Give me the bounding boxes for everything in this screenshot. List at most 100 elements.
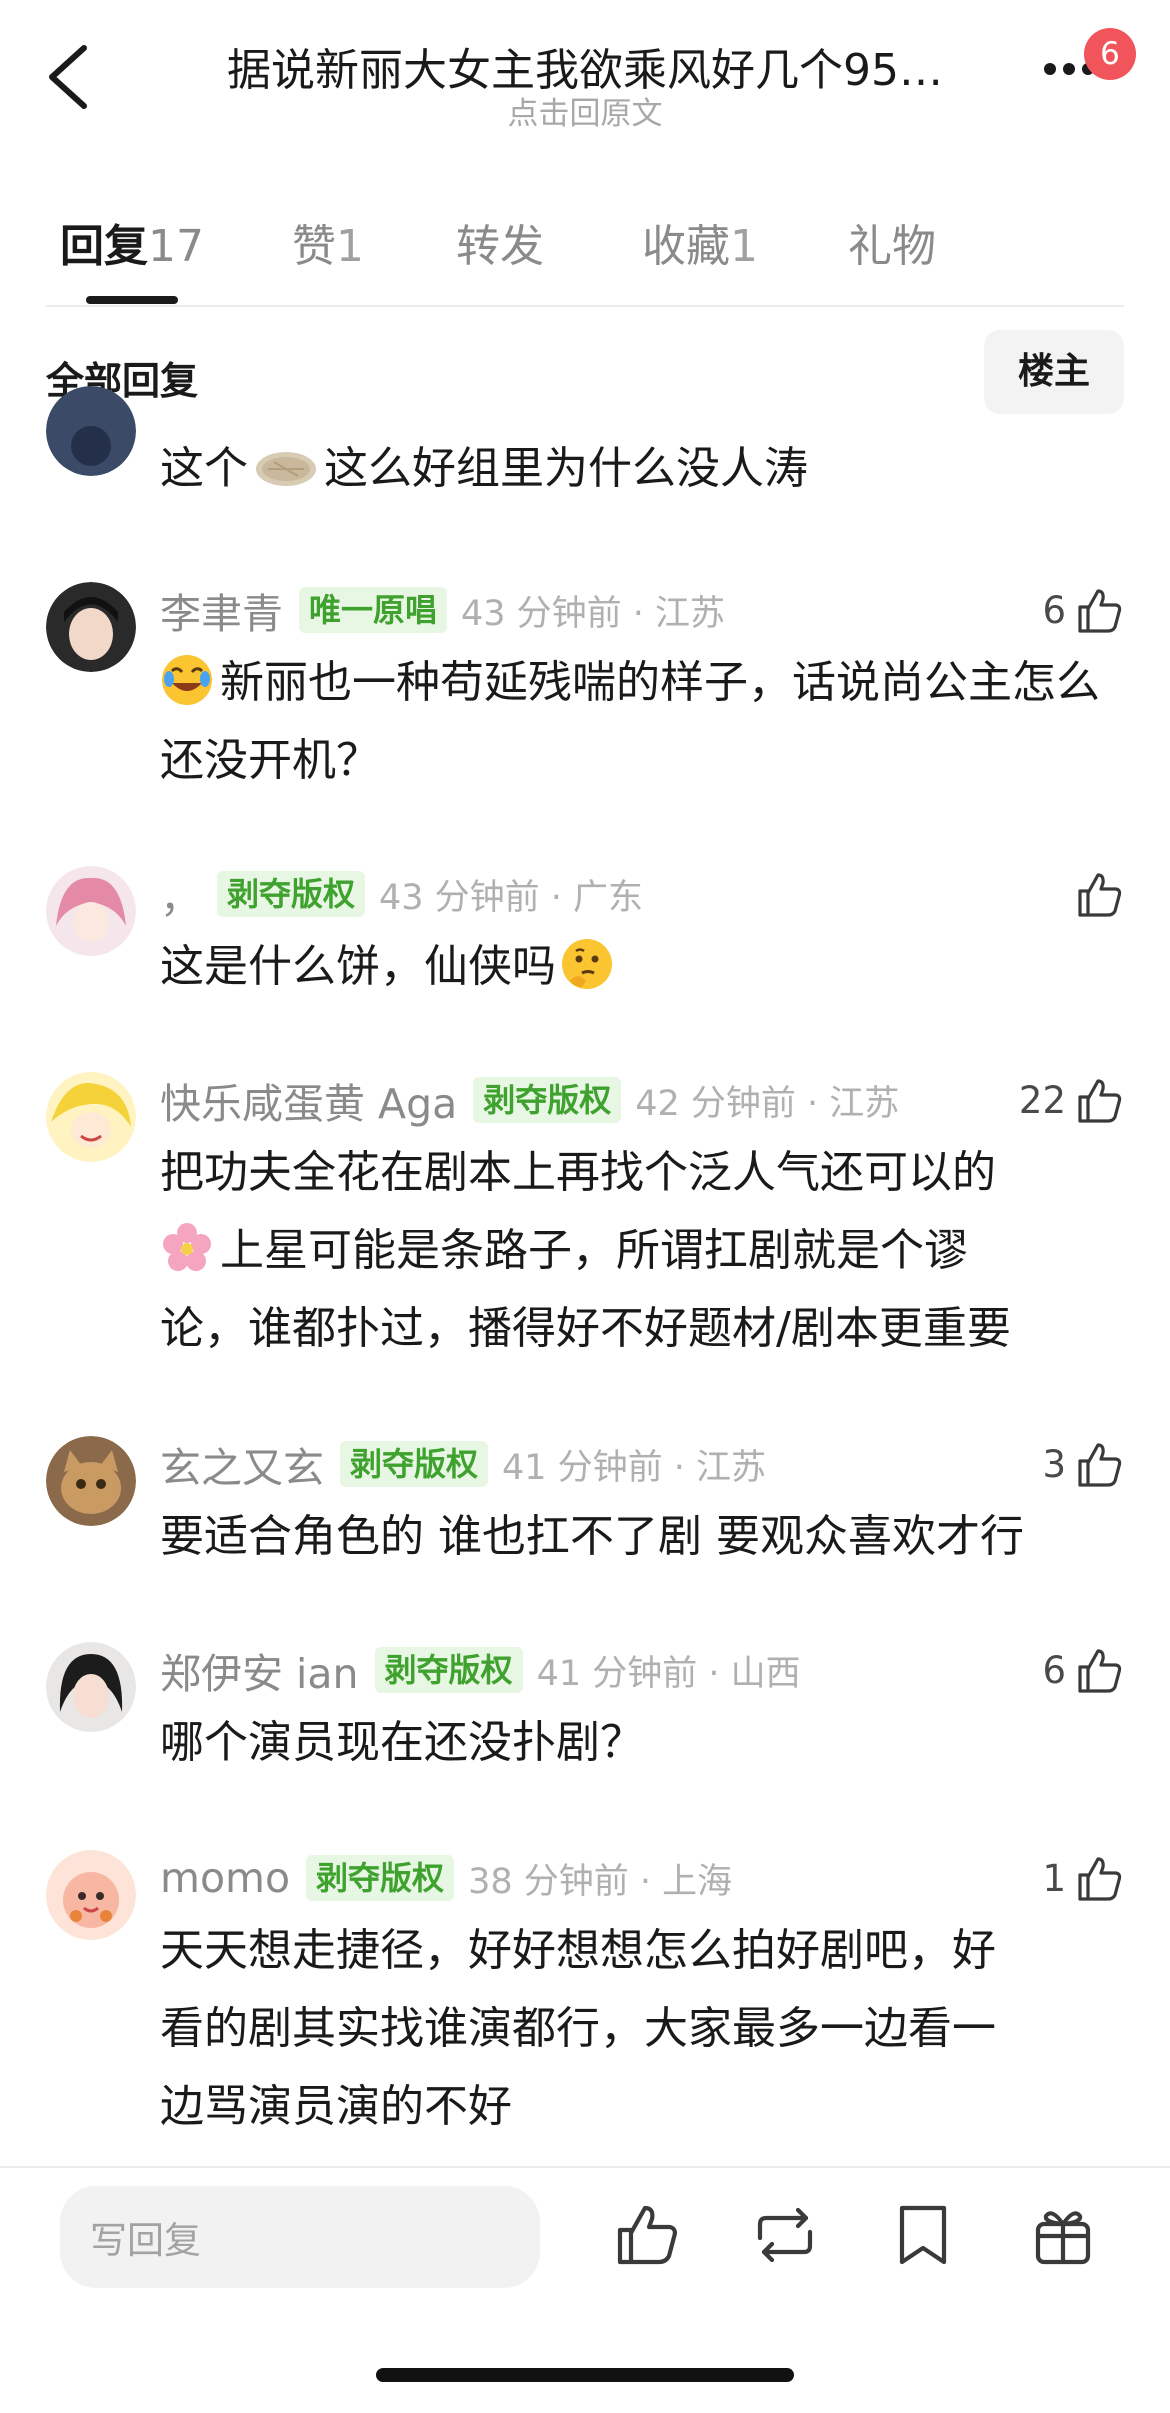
like-button[interactable]: 1 <box>1042 1850 1124 1906</box>
tab-favorites-label: 收藏 <box>642 221 730 272</box>
like-icon <box>617 2205 677 2265</box>
comment-item: ， 剥夺版权 43 分钟前 · 广东 这是什么饼，仙侠吗 <box>0 866 1170 996</box>
avatar-image <box>46 866 136 956</box>
user-tag-badge: 剥夺版权 <box>217 871 366 917</box>
like-button[interactable]: 6 <box>1042 1642 1124 1698</box>
comment-text-content: 上星可能是条路子，所谓扛剧就是个谬 <box>220 1225 968 1276</box>
thumbs-up-icon <box>1078 1857 1122 1901</box>
more-dots-icon <box>1044 63 1056 75</box>
like-count: 3 <box>1042 1442 1066 1486</box>
tab-reposts[interactable]: 转发 <box>456 210 544 274</box>
comment-item: momo 剥夺版权 38 分钟前 · 上海 1 天天想走捷径，好好想想怎么拍好剧… <box>0 1850 1170 2140</box>
avatar-image <box>46 1072 136 1162</box>
like-count: 1 <box>1042 1856 1066 1900</box>
comment-meta: ， 剥夺版权 43 分钟前 · 广东 <box>160 866 643 922</box>
comment-text-line: 把功夫全花在剧本上再找个泛人气还可以的 <box>160 1147 996 1198</box>
bookmark-icon <box>899 2205 947 2265</box>
avatar[interactable] <box>46 1072 136 1162</box>
tab-reposts-label: 转发 <box>456 221 544 272</box>
like-count: 6 <box>1042 588 1066 632</box>
username[interactable]: ， <box>160 864 201 924</box>
more-dots-icon-dot <box>1063 63 1075 75</box>
tab-gifts[interactable]: 礼物 <box>848 210 936 274</box>
username[interactable]: 快乐咸蛋黄 Aga <box>160 1070 457 1130</box>
timestamp-location: 41 分钟前 · 江苏 <box>502 1447 767 1488</box>
avatar[interactable] <box>46 386 136 476</box>
like-button[interactable] <box>1074 866 1124 922</box>
gift-action-button[interactable] <box>1028 2200 1098 2270</box>
username[interactable]: 郑伊安 ian <box>160 1640 359 1700</box>
comment-meta: 玄之又玄 剥夺版权 41 分钟前 · 江苏 <box>160 1436 766 1492</box>
comment-text-content: 这是什么饼，仙侠吗 <box>160 941 556 992</box>
comment-text-line: 论，谁都扑过，播得好不好题材/剧本更重要 <box>160 1303 1011 1354</box>
bookmark-action-button[interactable] <box>888 2200 958 2270</box>
comment-text: 哪个演员现在还没扑剧？ <box>160 1717 644 1768</box>
tab-likes[interactable]: 赞1 <box>292 210 364 274</box>
tab-likes-label: 赞 <box>292 221 336 272</box>
notification-badge: 6 <box>1084 28 1136 80</box>
comment-text-line: 天天想走捷径，好好想想怎么拍好剧吧，好 <box>160 1925 996 1976</box>
comment-text: 这是什么饼，仙侠吗 <box>160 928 1120 1006</box>
cherry-blossom-emoji-icon <box>163 1223 211 1271</box>
avatar-image <box>46 386 136 476</box>
comment-item: 这个 这么好组里为什么没人涛 <box>0 386 1170 500</box>
comment-text-content: 新丽也一种苟延残喘的样子，话说尚公主怎么还没开机？ <box>160 657 1100 786</box>
like-button[interactable]: 22 <box>1019 1072 1124 1128</box>
comment-meta: momo 剥夺版权 38 分钟前 · 上海 <box>160 1850 732 1906</box>
tab-replies-count: 17 <box>148 221 204 272</box>
username[interactable]: 李聿青 <box>160 580 283 640</box>
comment-text: 天天想走捷径，好好想想怎么拍好剧吧，好 看的剧其实找谁演都行，大家最多一边看一 … <box>160 1912 1120 2146</box>
user-tag-badge: 剥夺版权 <box>306 1855 455 1901</box>
pancake-emoji-icon <box>256 452 316 486</box>
repost-action-button[interactable] <box>750 2200 820 2270</box>
comment-text: 要适合角色的 谁也扛不了剧 要观众喜欢才行 <box>160 1511 1024 1562</box>
comment-text: 把功夫全花在剧本上再找个泛人气还可以的 上星可能是条路子，所谓扛剧就是个谬 论，… <box>160 1134 1120 1368</box>
timestamp-location: 43 分钟前 · 江苏 <box>461 593 726 634</box>
user-tag-badge: 唯一原唱 <box>299 587 448 633</box>
repost-icon <box>757 2207 813 2263</box>
comment-text-line: 边骂演员演的不好 <box>160 2081 512 2132</box>
joy-emoji-icon <box>162 655 212 705</box>
tab-gifts-label: 礼物 <box>848 221 936 272</box>
tab-replies-label: 回复 <box>60 221 148 272</box>
home-indicator[interactable] <box>376 2368 794 2382</box>
reply-placeholder: 写回复 <box>90 2219 201 2262</box>
username[interactable]: momo <box>160 1854 290 1902</box>
user-tag-badge: 剥夺版权 <box>340 1441 489 1487</box>
back-to-original-link[interactable]: 点击回原文 <box>0 88 1170 133</box>
active-tab-indicator <box>86 296 178 304</box>
comment-item: 玄之又玄 剥夺版权 41 分钟前 · 江苏 3 要适合角色的 谁也扛不了剧 要观… <box>0 1436 1170 1566</box>
like-action-button[interactable] <box>612 2200 682 2270</box>
avatar-image <box>46 1850 136 1940</box>
comment-text-line: 上星可能是条路子，所谓扛剧就是个谬 <box>160 1212 1120 1290</box>
thumbs-up-icon <box>1078 873 1122 917</box>
divider <box>0 2166 1170 2168</box>
like-button[interactable]: 6 <box>1042 582 1124 638</box>
comment-meta: 快乐咸蛋黄 Aga 剥夺版权 42 分钟前 · 江苏 <box>160 1072 899 1128</box>
comment-text-line: 看的剧其实找谁演都行，大家最多一边看一 <box>160 2003 996 2054</box>
tab-favorites[interactable]: 收藏1 <box>642 210 758 274</box>
reply-input[interactable]: 写回复 <box>60 2186 540 2288</box>
like-count: 6 <box>1042 1648 1066 1692</box>
avatar-image <box>46 582 136 672</box>
like-count: 22 <box>1018 1078 1066 1122</box>
comment-item: 李聿青 唯一原唱 43 分钟前 · 江苏 6 新丽也一种苟延残喘的样子，话说尚公… <box>0 580 1170 786</box>
timestamp-location: 43 分钟前 · 广东 <box>379 877 644 918</box>
tab-replies[interactable]: 回复17 <box>60 210 204 274</box>
timestamp-location: 38 分钟前 · 上海 <box>468 1861 733 1902</box>
like-button[interactable]: 3 <box>1042 1436 1124 1492</box>
tab-bar: 回复17 赞1 转发 收藏1 礼物 <box>0 200 1170 308</box>
tab-favorites-count: 1 <box>730 221 758 272</box>
avatar[interactable] <box>46 1850 136 1940</box>
thumbs-up-icon <box>1078 1649 1122 1693</box>
comment-text: 这个 这么好组里为什么没人涛 <box>160 430 1120 508</box>
thinking-emoji-icon <box>562 939 612 989</box>
avatar[interactable] <box>46 1436 136 1526</box>
username[interactable]: 玄之又玄 <box>160 1434 324 1494</box>
avatar-image <box>46 1642 136 1732</box>
avatar[interactable] <box>46 582 136 672</box>
avatar[interactable] <box>46 866 136 956</box>
owner-only-filter-button[interactable]: 楼主 <box>984 330 1124 414</box>
comment-text-part: 这么好组里为什么没人涛 <box>324 443 808 494</box>
avatar[interactable] <box>46 1642 136 1732</box>
